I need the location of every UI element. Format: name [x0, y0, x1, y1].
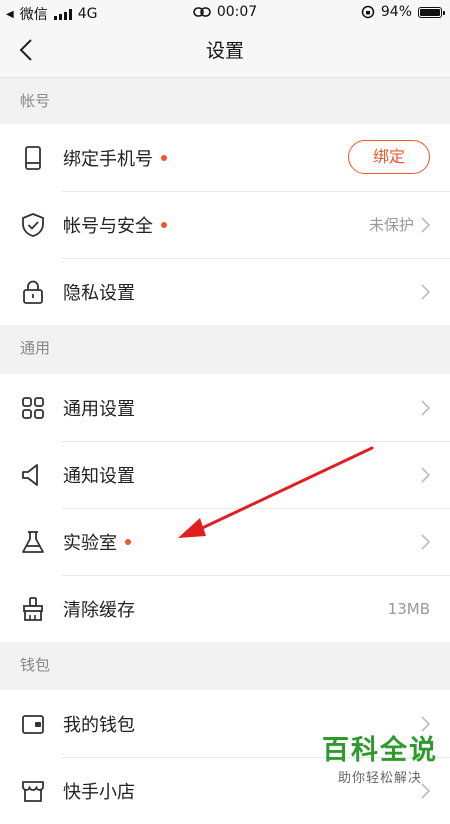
section-header-account: 帐号	[0, 78, 450, 124]
security-status: 未保护	[368, 216, 414, 234]
red-dot-badge	[161, 154, 167, 161]
lock-icon	[23, 280, 43, 304]
section-header-wallet: 钱包	[0, 642, 450, 688]
row-right: 未保护	[369, 214, 430, 235]
divider	[62, 508, 450, 509]
red-dot-badge	[125, 538, 131, 545]
divider	[62, 258, 450, 259]
chevron-right-icon	[421, 533, 430, 550]
lab-label: 实验室	[63, 532, 117, 554]
cache-size: 13MB	[387, 599, 430, 618]
divider	[62, 191, 450, 192]
chevron-left-icon	[19, 39, 32, 61]
grid-icon	[22, 397, 44, 419]
clear-cache-label: 清除缓存	[63, 599, 135, 621]
shop-icon	[22, 781, 44, 802]
watermark-title: 百科全说	[322, 735, 438, 766]
chevron-right-icon	[421, 216, 430, 233]
row-right	[420, 399, 430, 416]
status-bar: ◀ 微信 4G 00:07 94%	[0, 0, 450, 24]
battery-icon	[418, 6, 445, 18]
nav-bar: 设置	[0, 24, 450, 78]
row-bind-phone[interactable]: 绑定手机号 绑定	[0, 124, 450, 191]
chevron-right-icon	[421, 466, 430, 483]
row-clear-cache[interactable]: 清除缓存 13MB	[0, 575, 450, 642]
row-right	[420, 715, 430, 732]
shield-icon	[22, 213, 44, 237]
row-right	[420, 283, 430, 300]
general-settings-label: 通用设置	[63, 398, 135, 420]
red-dot-badge	[161, 221, 167, 228]
orientation-lock-icon	[361, 5, 375, 19]
row-notification[interactable]: 通知设置	[0, 441, 450, 508]
status-time: 00:07	[216, 4, 258, 20]
my-wallet-label: 我的钱包	[63, 714, 135, 736]
status-battery-text: 94%	[380, 4, 412, 20]
divider	[62, 575, 450, 576]
watermark: 百科全说 助你轻松解决	[322, 735, 438, 786]
flask-icon	[22, 531, 44, 553]
row-right	[420, 466, 430, 483]
privacy-label: 隐私设置	[63, 282, 135, 304]
row-label: 绑定手机号	[63, 145, 167, 171]
row-lab[interactable]: 实验室	[0, 508, 450, 575]
watermark-subtitle: 助你轻松解决	[337, 771, 422, 786]
row-account-security[interactable]: 帐号与安全 未保护	[0, 191, 450, 258]
page-title: 设置	[205, 40, 244, 62]
row-right	[420, 533, 430, 550]
account-security-label: 帐号与安全	[63, 215, 153, 237]
wallet-icon	[22, 715, 44, 734]
speaker-icon	[22, 464, 38, 486]
group-general: 通用设置 通知设置 实验室 清除缓存 13MB	[0, 374, 450, 642]
notification-label: 通知设置	[63, 465, 135, 487]
chevron-right-icon	[421, 283, 430, 300]
status-right: 94%	[361, 4, 445, 20]
battery-fill	[420, 8, 440, 16]
chevron-right-icon	[421, 715, 430, 732]
row-label: 实验室	[63, 529, 131, 555]
phone-icon	[25, 146, 41, 170]
bind-button[interactable]: 绑定	[348, 140, 430, 174]
row-general-settings[interactable]: 通用设置	[0, 374, 450, 441]
section-header-general: 通用	[0, 325, 450, 371]
bind-phone-label: 绑定手机号	[63, 148, 153, 170]
chevron-right-icon	[421, 399, 430, 416]
brush-icon	[23, 597, 43, 621]
group-account: 绑定手机号 绑定 帐号与安全 未保护 隐私设置	[0, 124, 450, 325]
row-right: 13MB	[388, 600, 430, 618]
link-icon	[193, 7, 211, 17]
row-privacy[interactable]: 隐私设置	[0, 258, 450, 325]
back-button[interactable]	[10, 34, 42, 66]
row-label: 帐号与安全	[63, 212, 167, 238]
divider	[62, 441, 450, 442]
